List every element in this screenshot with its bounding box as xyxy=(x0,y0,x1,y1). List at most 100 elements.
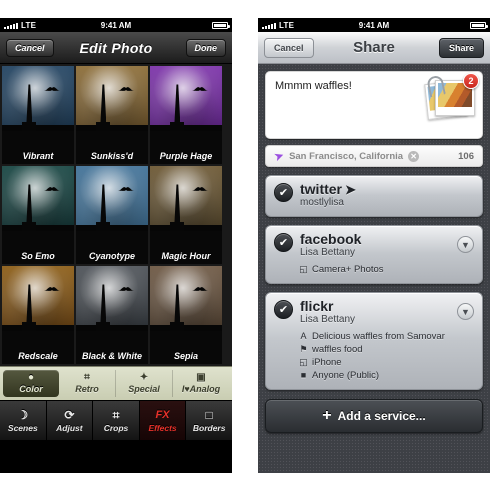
filter-thumbnail[interactable]: Cyanotype xyxy=(76,166,148,264)
share-screen: LTE 9:41 AM Cancel Share Share Mmmm waff… xyxy=(258,18,490,473)
service-header: ✔ flickr Lisa Bettany ▼ xyxy=(274,299,474,326)
service-text: flickr Lisa Bettany xyxy=(300,299,355,326)
filter-label: Sepia xyxy=(150,347,222,364)
album-icon: ◱ xyxy=(299,357,308,367)
bottom-tab-bar: ☽ Scenes ⟳ Adjust ⌗ Crops FX Effects □ Borders xyxy=(0,400,232,440)
screenshot-root: LTE 9:41 AM Cancel Edit Photo Done Vibra… xyxy=(0,0,500,500)
filter-thumbnail[interactable]: Sunkiss'd xyxy=(76,66,148,164)
detail-row[interactable]: ◱ Camera+ Photos xyxy=(298,263,474,276)
paperclip-icon xyxy=(426,74,446,98)
detail-text: Anyone (Public) xyxy=(312,370,380,381)
service-username: Lisa Bettany xyxy=(300,314,356,325)
tab-scenes[interactable]: ☽ Scenes xyxy=(0,401,47,440)
compose-card[interactable]: Mmmm waffles! 2 xyxy=(265,71,483,139)
filter-label: Vibrant xyxy=(2,147,74,164)
adjust-icon: ⟳ xyxy=(64,408,75,422)
edit-photo-screen: LTE 9:41 AM Cancel Edit Photo Done Vibra… xyxy=(0,18,232,473)
status-bar-right: LTE 9:41 AM xyxy=(258,18,490,32)
magic-wand-icon: ✦ xyxy=(139,372,149,383)
filter-thumbnail[interactable]: Purple Hage xyxy=(150,66,222,164)
service-checkbox[interactable]: ✔ xyxy=(274,233,293,252)
category-label: Retro xyxy=(75,384,99,394)
lock-icon: ■ xyxy=(300,370,307,380)
filter-label: Black & White xyxy=(76,347,148,364)
chevron-down-icon[interactable]: ▼ xyxy=(457,303,474,320)
clear-location-icon[interactable]: ✕ xyxy=(408,150,420,162)
battery-icon xyxy=(470,21,488,29)
twitter-bird-icon: ➤ xyxy=(345,182,356,197)
service-facebook[interactable]: ✔ facebook Lisa Bettany ▼ ◱ Camera+ Photos xyxy=(265,225,483,284)
filter-label: Cyanotype xyxy=(76,247,148,264)
filter-thumbnail[interactable]: Vibrant xyxy=(2,66,74,164)
category-special[interactable]: ✦ Special xyxy=(116,370,173,397)
cancel-button[interactable]: Cancel xyxy=(264,37,314,58)
detail-row[interactable]: ■ Anyone (Public) xyxy=(298,369,474,382)
filter-thumbnail[interactable]: Black & White xyxy=(76,266,148,364)
color-circles-icon: ● xyxy=(27,372,35,383)
add-service-label: Add a service... xyxy=(337,409,426,423)
category-label: Special xyxy=(128,384,160,394)
chevron-down-icon[interactable]: ▼ xyxy=(457,236,474,253)
service-name: twitter ➤ xyxy=(300,181,356,198)
category-color[interactable]: ● Color xyxy=(3,370,59,397)
clock-label: 9:41 AM xyxy=(358,20,390,30)
service-checkbox[interactable]: ✔ xyxy=(274,300,293,319)
bird-icon xyxy=(192,284,208,293)
plus-icon: + xyxy=(322,407,332,424)
service-details: ◱ Camera+ Photos xyxy=(274,263,474,276)
scenes-icon: ☽ xyxy=(17,408,29,422)
retro-camera-icon: ⌗ xyxy=(84,372,90,383)
tag-icon: ⚑ xyxy=(299,344,308,354)
service-details: A Delicious waffles from Samovar ⚑ waffles … xyxy=(274,330,474,382)
category-retro[interactable]: ⌗ Retro xyxy=(59,370,116,397)
character-count: 106 xyxy=(458,150,474,162)
share-navbar: Cancel Share Share xyxy=(258,32,490,64)
film-camera-icon: ▣ xyxy=(196,372,206,383)
photo-attachment[interactable]: 2 xyxy=(424,73,479,121)
tab-crops[interactable]: ⌗ Crops xyxy=(93,401,140,440)
filter-row: So Emo Cyanotype Magic Hour xyxy=(0,166,232,266)
filter-thumbnail[interactable]: Sepia xyxy=(150,266,222,364)
category-label: I♥Analog xyxy=(181,384,221,394)
detail-row[interactable]: A Delicious waffles from Samovar xyxy=(298,330,474,343)
service-username: mostlylisa xyxy=(300,197,344,208)
tab-label: Effects xyxy=(148,423,177,433)
service-flickr[interactable]: ✔ flickr Lisa Bettany ▼ A Delicious waffles f… xyxy=(265,292,483,390)
filter-label: Sunkiss'd xyxy=(76,147,148,164)
tab-label: Scenes xyxy=(7,423,38,433)
filter-row: Redscale Black & White Sepia xyxy=(0,266,232,366)
share-button[interactable]: Share xyxy=(438,37,484,58)
filter-row: Vibrant Sunkiss'd Purple Hage xyxy=(0,66,232,166)
service-header: ✔ facebook Lisa Bettany ▼ xyxy=(274,232,474,259)
tab-adjust[interactable]: ⟳ Adjust xyxy=(46,401,94,440)
detail-row[interactable]: ◱ iPhone xyxy=(298,356,474,369)
detail-text: Camera+ Photos xyxy=(312,264,384,275)
location-bar[interactable]: ➤ San Francisco, California ✕ 106 xyxy=(265,145,483,167)
done-button[interactable]: Done xyxy=(185,38,226,57)
crop-icon: ⌗ xyxy=(112,408,120,422)
add-service-button[interactable]: + Add a service... xyxy=(265,399,483,433)
bird-icon xyxy=(44,84,60,93)
detail-row[interactable]: ⚑ waffles food xyxy=(298,343,474,356)
filter-thumbnail[interactable]: So Emo xyxy=(2,166,74,264)
borders-icon: □ xyxy=(205,408,213,422)
share-body: Mmmm waffles! 2 ➤ San Francisco, Califor… xyxy=(258,64,490,473)
edit-photo-navbar: Cancel Edit Photo Done xyxy=(0,32,232,64)
service-name: flickr xyxy=(300,298,334,314)
service-twitter[interactable]: ✔ twitter ➤ mostlylisa xyxy=(265,175,483,217)
service-text: twitter ➤ mostlylisa xyxy=(300,182,356,209)
tab-borders[interactable]: □ Borders xyxy=(186,401,232,440)
album-icon: ◱ xyxy=(299,264,308,274)
filter-grid: Vibrant Sunkiss'd Purple Hage So Emo Cyanoty… xyxy=(0,64,232,366)
filter-category-bar: ● Color ⌗ Retro ✦ Special ▣ I♥Analog xyxy=(0,366,232,400)
tab-label: Adjust xyxy=(56,423,83,433)
tab-effects[interactable]: FX Effects xyxy=(139,401,187,440)
location-value[interactable]: San Francisco, California xyxy=(289,151,403,162)
service-list: ✔ twitter ➤ mostlylisa ✔ facebook Lisa Bettany… xyxy=(265,175,483,390)
filter-thumbnail[interactable]: Redscale xyxy=(2,266,74,364)
cancel-button[interactable]: Cancel xyxy=(6,38,54,57)
service-checkbox[interactable]: ✔ xyxy=(274,183,293,202)
bird-icon xyxy=(44,284,60,293)
filter-thumbnail[interactable]: Magic Hour xyxy=(150,166,222,264)
category-i-analog[interactable]: ▣ I♥Analog xyxy=(173,370,229,397)
